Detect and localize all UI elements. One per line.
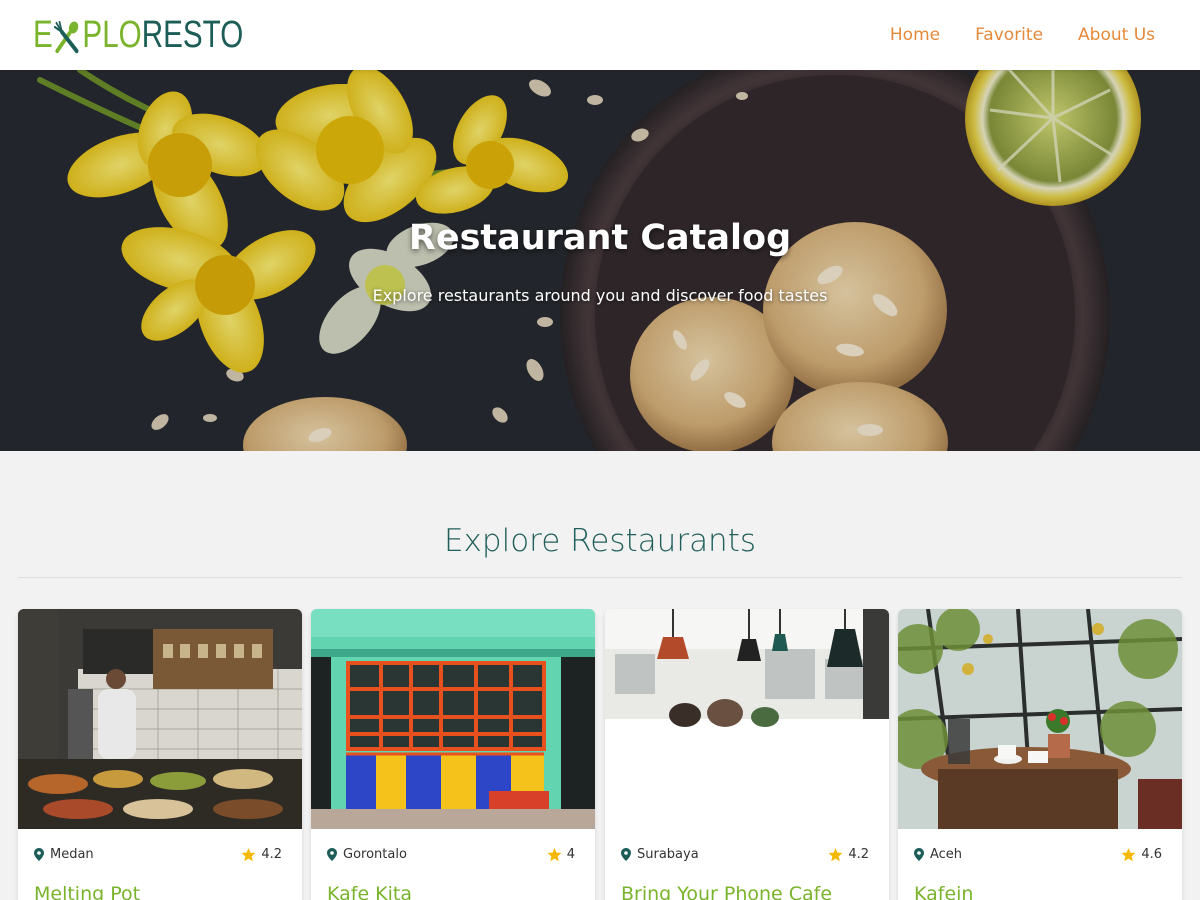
restaurant-location: Medan <box>34 847 94 862</box>
star-icon <box>828 847 843 861</box>
fork-spoon-icon <box>54 20 79 54</box>
restaurant-meta: Aceh 4.6 <box>914 847 1162 865</box>
section-title: Explore Restaurants <box>443 523 757 559</box>
nav-home-link[interactable]: Home <box>890 25 940 45</box>
app-header: E PLORESTO Home Favorite About Us <box>0 0 1200 70</box>
hero-banner: Restaurant Catalog Explore restaurants a… <box>0 70 1200 451</box>
restaurant-image <box>605 609 889 829</box>
restaurant-meta: Surabaya 4.2 <box>621 847 869 865</box>
nav-about-link[interactable]: About Us <box>1078 25 1155 45</box>
restaurant-list: Medan 4.2 Melting Pot Gorontalo 4 Kafe K… <box>18 609 1182 900</box>
restaurant-image <box>18 609 302 829</box>
hero-title: Restaurant Catalog <box>408 218 792 258</box>
hero-subtitle: Explore restaurants around you and disco… <box>372 286 828 305</box>
star-icon <box>241 847 256 861</box>
restaurant-rating-value: 4.2 <box>261 847 282 862</box>
restaurant-meta: Gorontalo 4 <box>327 847 575 865</box>
restaurant-card[interactable]: Aceh 4.6 Kafein <box>898 609 1182 900</box>
restaurant-location: Aceh <box>914 847 962 862</box>
restaurant-rating: 4.6 <box>1121 847 1162 862</box>
restaurant-rating-value: 4.6 <box>1141 847 1162 862</box>
nav-favorite-link[interactable]: Favorite <box>975 25 1043 45</box>
restaurant-image <box>898 609 1182 829</box>
restaurant-card[interactable]: Gorontalo 4 Kafe Kita <box>311 609 595 900</box>
star-icon <box>547 847 562 861</box>
logo-letter-e: E <box>33 14 53 56</box>
section-divider <box>18 577 1182 578</box>
restaurant-rating: 4.2 <box>828 847 869 862</box>
restaurant-rating: 4 <box>547 847 575 862</box>
logo-letters-plo: PLO <box>82 14 142 56</box>
restaurant-city: Aceh <box>930 847 963 862</box>
restaurant-image <box>311 609 595 829</box>
star-icon <box>1121 847 1136 861</box>
logo[interactable]: E PLORESTO <box>33 15 303 55</box>
restaurant-rating-value: 4.2 <box>848 847 869 862</box>
restaurant-city: Surabaya <box>637 847 699 862</box>
map-pin-icon <box>914 848 924 861</box>
restaurant-card[interactable]: Surabaya 4.2 Bring Your Phone Cafe <box>605 609 889 900</box>
restaurant-rating-value: 4 <box>566 847 575 862</box>
restaurant-rating: 4.2 <box>241 847 282 862</box>
logo-text: E PLORESTO <box>33 15 243 55</box>
map-pin-icon <box>621 848 631 861</box>
restaurant-name[interactable]: Kafein <box>914 883 973 900</box>
map-pin-icon <box>327 848 337 861</box>
restaurant-city: Medan <box>50 847 94 862</box>
main-nav: Home Favorite About Us <box>890 0 1155 70</box>
restaurant-name[interactable]: Bring Your Phone Cafe <box>621 883 832 900</box>
hero-background-image <box>0 70 1200 451</box>
restaurant-name[interactable]: Kafe Kita <box>327 883 412 900</box>
map-pin-icon <box>34 848 44 861</box>
restaurant-name[interactable]: Melting Pot <box>34 883 140 900</box>
logo-letters-resto: RESTO <box>141 14 244 56</box>
restaurant-city: Gorontalo <box>343 847 407 862</box>
restaurant-meta: Medan 4.2 <box>34 847 282 865</box>
restaurant-location: Surabaya <box>621 847 699 862</box>
restaurant-location: Gorontalo <box>327 847 407 862</box>
restaurant-card[interactable]: Medan 4.2 Melting Pot <box>18 609 302 900</box>
